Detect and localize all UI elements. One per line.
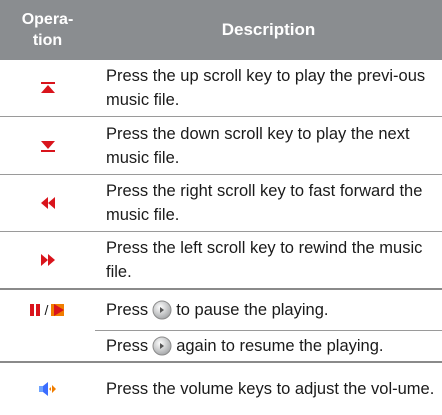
table-row: Press the up scroll key to play the prev… [0, 60, 442, 116]
row-description: Press the left scroll key to rewind the … [106, 239, 423, 281]
table-row: Press the down scroll key to play the ne… [0, 117, 442, 174]
header-operation: Opera- tion [21, 11, 74, 49]
table-header: Opera- tion Description [0, 0, 442, 60]
row-description: Press again to resume the playing. [106, 336, 384, 356]
next-track-icon [0, 117, 95, 174]
table-row: Press again to resume the playing. [0, 331, 442, 361]
icon-separator: / [44, 302, 49, 318]
table-row: / Press to pause the playing. [0, 290, 442, 330]
previous-track-icon [0, 60, 95, 116]
row-description: Press the up scroll key to play the prev… [106, 67, 426, 109]
table-row: Press the right scroll key to fast forwa… [0, 175, 442, 231]
row-description: Press the down scroll key to play the ne… [106, 124, 410, 167]
volume-icon [0, 363, 95, 415]
fast-forward-icon [0, 175, 95, 231]
table-row: Press the left scroll key to rewind the … [0, 232, 442, 288]
pause-play-icon: / [0, 290, 95, 330]
header-description: Description [221, 20, 316, 39]
rewind-icon [0, 232, 95, 288]
center-key-icon [152, 336, 172, 356]
row-description: Press the right scroll key to fast forwa… [106, 182, 423, 224]
center-key-icon [152, 300, 172, 320]
row-description: Press the volume keys to adjust the vol-… [106, 380, 435, 398]
table-row: Press the volume keys to adjust the vol-… [0, 363, 442, 415]
row-description: Press to pause the playing. [106, 300, 329, 320]
